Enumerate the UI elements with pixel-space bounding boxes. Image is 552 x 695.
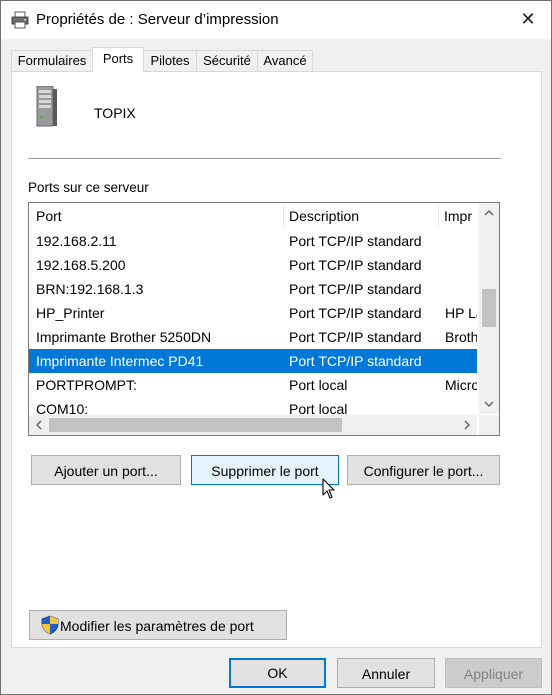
scroll-right-icon[interactable] xyxy=(457,415,477,435)
scrollbar-corner xyxy=(479,415,499,435)
cancel-button[interactable]: Annuler xyxy=(337,658,435,688)
column-header-port[interactable]: Port xyxy=(36,203,276,229)
ports-tab-panel: TOPIX Ports sur ce serveur Port Descript… xyxy=(11,71,542,648)
description-cell: Port TCP/IP standard xyxy=(289,281,422,297)
port-cell: PORTPROMPT: xyxy=(36,377,137,393)
printer-cell: Broth xyxy=(445,329,477,345)
tab-securite[interactable]: Sécurité xyxy=(196,50,258,71)
ports-listview[interactable]: Port Description Impr 192.168.2.11 Port … xyxy=(28,202,500,436)
vertical-scrollbar[interactable] xyxy=(479,203,499,414)
description-cell: Port local xyxy=(289,377,348,393)
list-row[interactable]: BRN:192.168.1.3 Port TCP/IP standard xyxy=(29,277,477,301)
list-row[interactable]: COM10: Port local xyxy=(29,397,477,414)
column-divider[interactable] xyxy=(438,205,439,227)
list-row[interactable]: HP_Printer Port TCP/IP standard HP La xyxy=(29,301,477,325)
description-cell: Port TCP/IP standard xyxy=(289,257,422,273)
description-cell: Port local xyxy=(289,401,348,414)
tab-pilotes[interactable]: Pilotes xyxy=(143,50,197,71)
server-icon xyxy=(36,86,57,127)
tab-formulaires[interactable]: Formulaires xyxy=(11,50,93,71)
delete-port-button[interactable]: Supprimer le port xyxy=(191,455,339,485)
port-cell: COM10: xyxy=(36,401,89,414)
printer-icon xyxy=(11,11,29,29)
description-cell: Port TCP/IP standard xyxy=(289,305,422,321)
list-body: 192.168.2.11 Port TCP/IP standard 192.16… xyxy=(29,229,477,414)
close-icon: ✕ xyxy=(520,8,536,29)
list-row[interactable]: Imprimante Brother 5250DN Port TCP/IP st… xyxy=(29,325,477,349)
title-bar: Propriétés de : Serveur d’impression ✕ xyxy=(1,1,551,39)
server-name: TOPIX xyxy=(94,105,136,121)
ok-button[interactable]: OK xyxy=(229,658,326,688)
printer-cell: Micro xyxy=(445,377,477,393)
dialog-window: Propriétés de : Serveur d’impression ✕ F… xyxy=(0,0,552,695)
horizontal-scroll-thumb[interactable] xyxy=(49,418,342,432)
list-row[interactable]: 192.168.2.11 Port TCP/IP standard xyxy=(29,229,477,253)
window-title: Propriétés de : Serveur d’impression xyxy=(36,11,279,28)
add-port-button[interactable]: Ajouter un port... xyxy=(31,455,181,485)
list-row[interactable]: PORTPROMPT: Port local Micro xyxy=(29,373,477,397)
printer-cell: HP La xyxy=(445,305,477,321)
column-divider[interactable] xyxy=(283,205,284,227)
ports-list-caption: Ports sur ce serveur xyxy=(28,180,149,195)
mouse-cursor-icon xyxy=(322,478,335,499)
list-header: Port Description Impr xyxy=(29,203,477,229)
horizontal-scrollbar[interactable] xyxy=(29,415,477,435)
uac-shield-icon xyxy=(41,615,59,635)
configure-port-button[interactable]: Configurer le port... xyxy=(347,455,500,485)
port-cell: Imprimante Intermec PD41 xyxy=(36,353,204,369)
column-header-printer[interactable]: Impr xyxy=(444,203,477,229)
tab-avance[interactable]: Avancé xyxy=(257,50,313,71)
scroll-left-icon[interactable] xyxy=(29,415,49,435)
list-row[interactable]: 192.168.5.200 Port TCP/IP standard xyxy=(29,253,477,277)
apply-button[interactable]: Appliquer xyxy=(445,658,542,688)
port-cell: Imprimante Brother 5250DN xyxy=(36,329,212,345)
separator-line xyxy=(28,158,501,160)
scroll-down-icon[interactable] xyxy=(479,394,499,414)
scroll-up-icon[interactable] xyxy=(479,203,499,223)
list-row-selected[interactable]: Imprimante Intermec PD41 Port TCP/IP sta… xyxy=(29,349,477,373)
port-cell: BRN:192.168.1.3 xyxy=(36,281,144,297)
port-cell: 192.168.5.200 xyxy=(36,257,126,273)
close-button[interactable]: ✕ xyxy=(505,1,551,37)
description-cell: Port TCP/IP standard xyxy=(289,329,422,345)
tab-ports[interactable]: Ports xyxy=(92,47,144,72)
column-header-description[interactable]: Description xyxy=(289,203,439,229)
description-cell: Port TCP/IP standard xyxy=(289,233,422,249)
change-port-settings-label: Modifier les paramètres de port xyxy=(60,618,254,634)
change-port-settings-button[interactable]: Modifier les paramètres de port xyxy=(29,610,287,640)
port-cell: 192.168.2.11 xyxy=(36,233,117,249)
port-cell: HP_Printer xyxy=(36,305,105,321)
vertical-scroll-thumb[interactable] xyxy=(482,289,496,327)
description-cell: Port TCP/IP standard xyxy=(289,353,422,369)
